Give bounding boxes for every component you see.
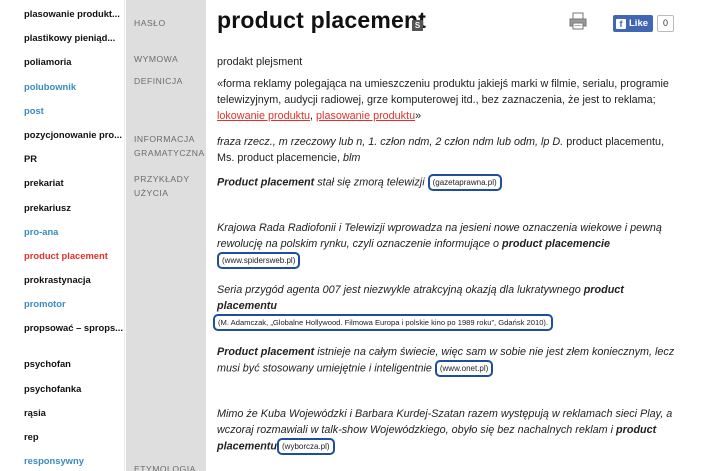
grammar-info: fraza rzecz., m rzeczowy lub n, 1. człon…	[217, 134, 677, 166]
definition-text: «forma reklamy polegająca na umieszczeni…	[217, 78, 669, 106]
example-text: Seria przygód agenta 007 jest niezwykle …	[217, 284, 584, 296]
grammar-text-c: blm	[343, 152, 361, 164]
facebook-like-button[interactable]: f Like	[613, 15, 654, 32]
example-source: (wyborcza.pl)	[277, 438, 335, 455]
definition-end: »	[415, 110, 422, 122]
label-wymowa: WYMOWA	[134, 54, 179, 64]
facebook-icon: f	[616, 18, 626, 29]
example-4: Product placement istnieje na całym świe…	[217, 344, 677, 377]
example-text: stał się zmorą telewizji	[314, 176, 428, 189]
label-haslo: HASŁO	[134, 18, 166, 28]
sidebar-item[interactable]: propsować – sprops...	[0, 314, 124, 350]
sidebar-item[interactable]: plasowanie produkt...	[0, 0, 124, 24]
like-count: 0	[657, 15, 675, 32]
pronunciation: prodakt plejsment	[217, 56, 303, 68]
example-source: (www.onet.pl)	[434, 360, 494, 377]
sidebar-item-active[interactable]: product placement	[0, 242, 124, 266]
sidebar-item[interactable]: prokrastynacja	[0, 266, 124, 290]
sidebar-item[interactable]: pozycjonowanie pro...	[0, 121, 124, 145]
example-source: (gazetaprawna.pl)	[427, 174, 502, 191]
speaker-icon[interactable]: S	[412, 20, 423, 31]
label-informacja-gramatyczna: INFORMACJA GRAMATYCZNA	[134, 134, 205, 158]
sidebar-item[interactable]: psychofan	[0, 350, 124, 374]
example-2: Krajowa Rada Radiofonii i Telewizji wpro…	[217, 220, 677, 269]
definition: «forma reklamy polegająca na umieszczeni…	[217, 76, 677, 124]
sidebar-item[interactable]: polubownik	[0, 73, 124, 97]
label-przyklady-uzycia: PRZYKŁADY UŻYCIA	[134, 174, 190, 198]
grammar-text-a: fraza rzecz., m rzeczowy lub n, 1. człon…	[217, 136, 567, 148]
like-label: Like	[629, 18, 649, 29]
sidebar-item[interactable]: poliamoria	[0, 48, 124, 72]
link-lokowanie-produktu[interactable]: lokowanie produktu	[217, 110, 310, 122]
print-icon[interactable]	[569, 12, 587, 30]
entry-content: product placement S f Like 0 prodakt ple…	[213, 0, 687, 471]
sidebar-word-list: plasowanie produkt... plastikowy pieniąd…	[0, 0, 125, 471]
example-term: product placemencie	[502, 238, 611, 250]
example-source: (www.spidersweb.pl)	[217, 252, 301, 269]
sidebar-item[interactable]: promotor	[0, 290, 124, 314]
sidebar-item[interactable]: plastikowy pieniąd...	[0, 24, 124, 48]
example-1: Product placement stał się zmorą telewiz…	[217, 174, 677, 191]
label-definicja: DEFINICJA	[134, 76, 183, 86]
field-label-column: HASŁO WYMOWA DEFINICJA INFORMACJA GRAMAT…	[126, 0, 206, 471]
sidebar-item[interactable]: psychofanka	[0, 375, 124, 399]
sidebar-item[interactable]: rep	[0, 423, 124, 447]
sidebar-item[interactable]: responsywny	[0, 447, 124, 471]
sidebar-item[interactable]: prekariat	[0, 169, 124, 193]
sidebar-item[interactable]: post	[0, 97, 124, 121]
sidebar-item[interactable]: PR	[0, 145, 124, 169]
page-title: product placement	[217, 7, 427, 33]
facebook-like-widget[interactable]: f Like 0	[613, 15, 675, 32]
example-term: Product placement	[217, 346, 315, 358]
example-5: Mimo że Kuba Wojewódzki i Barbara Kurdej…	[217, 406, 677, 455]
label-etymologia: ETYMOLOGIA	[134, 464, 196, 471]
link-plasowanie-produktu[interactable]: plasowanie produktu	[316, 110, 415, 122]
sidebar-item[interactable]: pro-ana	[0, 218, 124, 242]
example-text: Mimo że Kuba Wojewódzki i Barbara Kurdej…	[217, 408, 673, 436]
example-3: Seria przygód agenta 007 jest niezwykle …	[213, 282, 677, 331]
sidebar-item[interactable]: prekariusz	[0, 194, 124, 218]
sidebar-item[interactable]: rąsia	[0, 399, 124, 423]
example-term: Product placement	[217, 176, 315, 189]
example-source: (M. Adamczak, „Globalne Hollywood. Filmo…	[213, 314, 554, 331]
